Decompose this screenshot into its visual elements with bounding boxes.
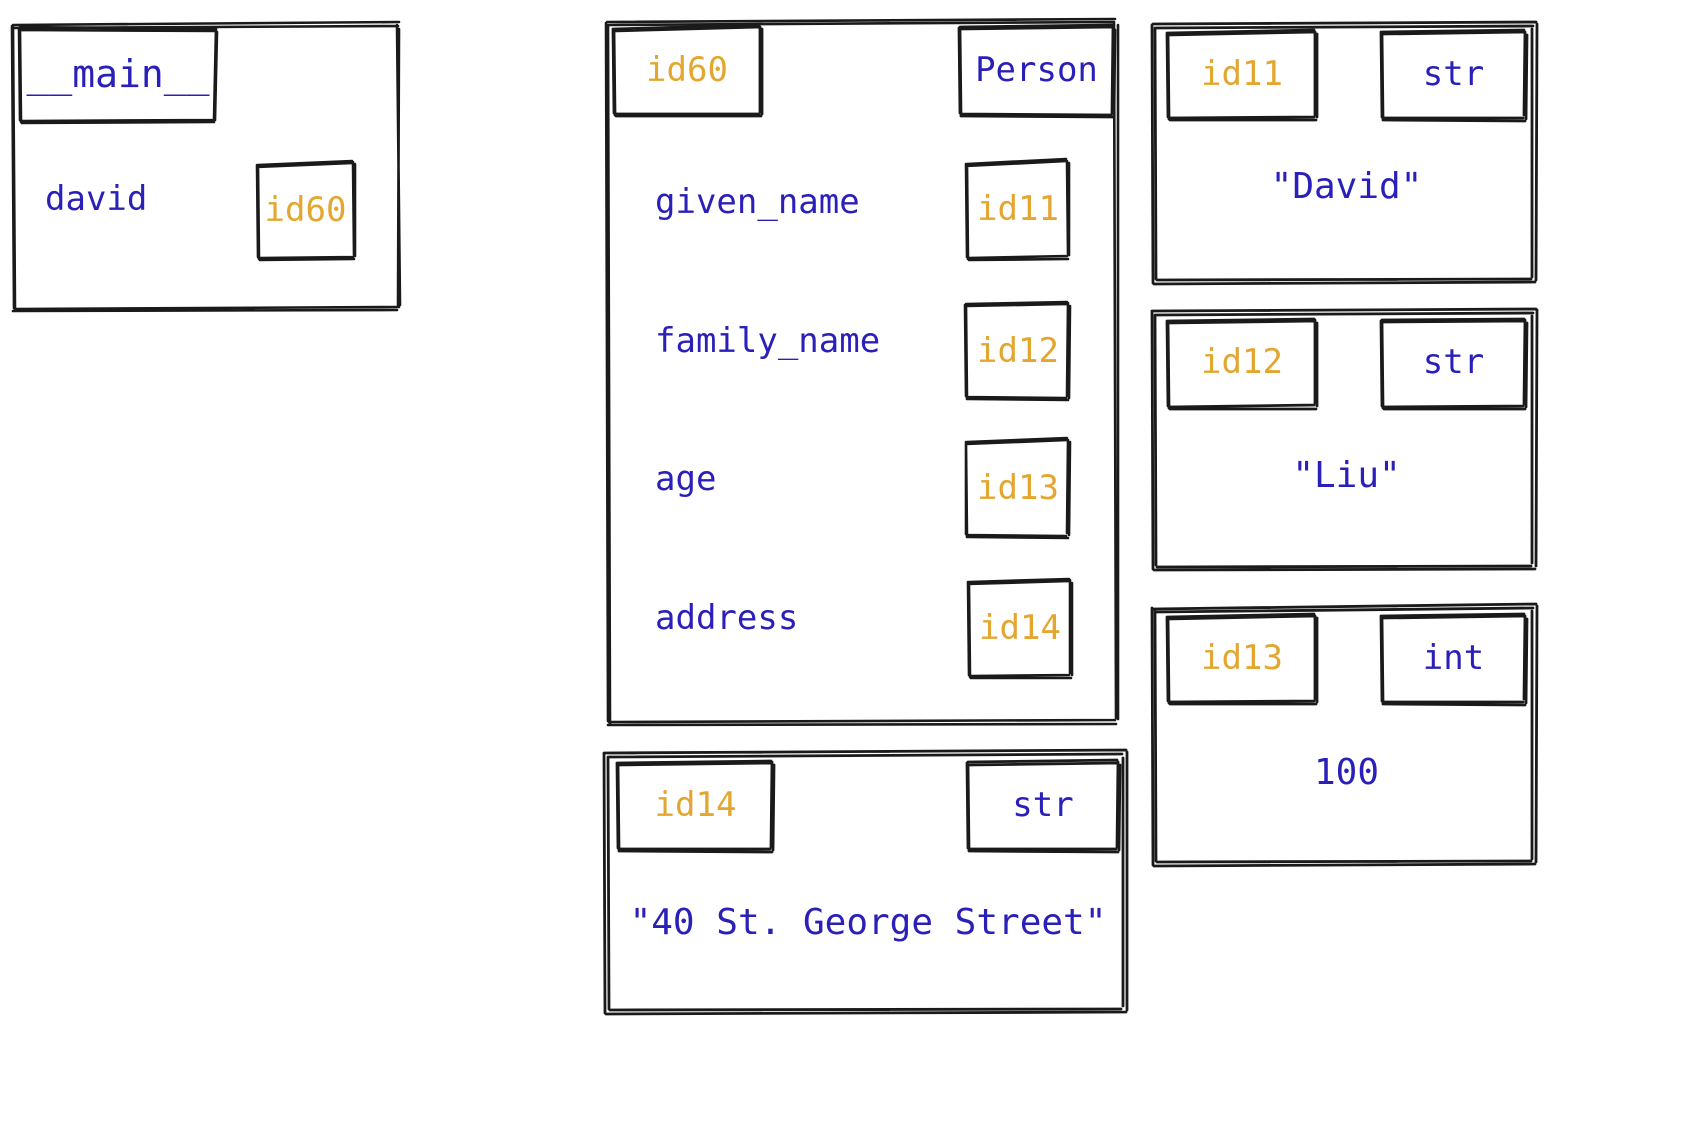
object-type-label-id12: str (1422, 342, 1485, 382)
person-type-label: Person (975, 50, 1098, 90)
attribute-name-given-name: given_name (655, 182, 860, 222)
variable-name-david: david (45, 179, 148, 219)
attribute-value-id-family-name: id12 (977, 331, 1059, 371)
attribute-value-id-address: id14 (979, 608, 1061, 648)
object-type-label-id13: int (1422, 638, 1485, 678)
object-value-label-id12: "Liu" (1292, 455, 1401, 496)
memory-model-diagram: __main__ david id60 id60 Person given_na… (0, 0, 1692, 1131)
object-value-label-id11: "David" (1270, 166, 1423, 207)
object-id-label-id11: id11 (1201, 54, 1283, 94)
attribute-value-id-given-name: id11 (977, 189, 1059, 229)
object-type-label-id14: str (1012, 785, 1074, 825)
object-id-label-id12: id12 (1201, 342, 1283, 382)
main-frame-name-label: __main__ (26, 52, 210, 96)
object-value-label-id14: "40 St. George Street" (629, 902, 1107, 943)
object-type-label-id11: str (1422, 54, 1485, 94)
person-id-label: id60 (646, 50, 728, 90)
object-value-label-id13: 100 (1313, 752, 1380, 793)
object-id-label-id13: id13 (1201, 638, 1283, 678)
attribute-name-address: address (655, 598, 799, 638)
object-id-label-id14: id14 (654, 785, 737, 825)
attribute-name-age: age (655, 459, 717, 499)
attribute-name-family-name: family_name (655, 321, 881, 361)
attribute-value-id-age: id13 (977, 468, 1059, 508)
variable-value-id-david: id60 (264, 189, 347, 230)
